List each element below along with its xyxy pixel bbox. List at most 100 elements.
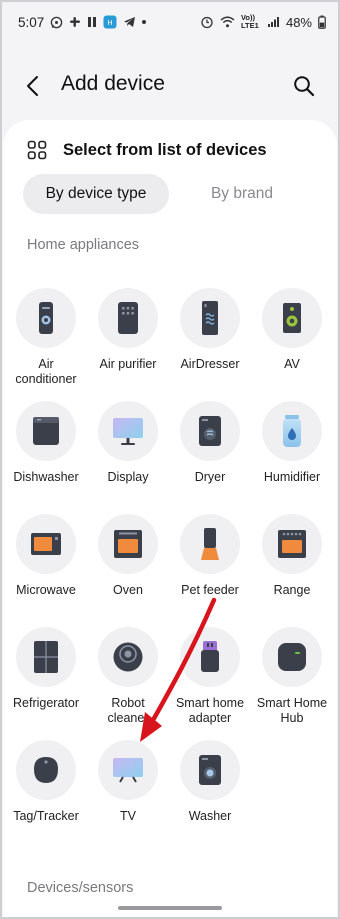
device-label: Display [107,470,149,484]
tab-by-brand[interactable]: By brand [169,174,315,214]
news-app-icon: H [103,15,117,29]
air-purifier-icon [118,302,138,334]
tab-by-device-type[interactable]: By device type [23,174,169,214]
device-icon-circle [180,401,240,461]
device-airdresser[interactable]: AirDresser [169,288,251,372]
pause-app-icon [87,16,97,28]
wifi-icon [220,16,235,28]
tag-tracker-icon [34,757,58,783]
device-humidifier[interactable]: Humidifier [251,401,333,485]
device-icon-circle [16,627,76,687]
device-label: Range [273,583,311,597]
device-refrigerator[interactable]: Refrigerator [5,627,87,711]
washer-icon [199,755,221,785]
device-label: Smart home adapter [175,696,245,725]
device-list-card: Select from list of devices By device ty… [3,120,337,919]
device-icon-circle [180,627,240,687]
smart-home-adapter-icon [201,641,219,672]
device-label: Pet feeder [181,583,239,597]
device-label: Refrigerator [13,696,79,710]
search-icon [294,76,315,97]
whatsapp-icon [50,16,63,29]
svg-text:H: H [108,19,113,27]
device-label: AirDresser [180,357,240,371]
device-icon-circle [98,288,158,348]
device-washer[interactable]: Washer [169,740,251,824]
robot-cleaner-icon [113,642,143,672]
battery-icon [318,15,326,29]
device-air-purifier[interactable]: Air purifier [87,288,169,372]
device-label: Robot cleaner [107,696,149,725]
device-label: Air conditioner [15,357,77,386]
device-label: Microwave [16,583,76,597]
device-oven[interactable]: Oven [87,514,169,598]
device-dishwasher[interactable]: Dishwasher [5,401,87,485]
av-speaker-icon [283,303,301,333]
device-label: Dishwasher [13,470,79,484]
browse-mode-toggle: By device type By brand [23,174,321,214]
device-icon-circle [16,514,76,574]
device-label: Humidifier [263,470,321,484]
device-label: TV [120,809,136,823]
back-arrow-icon [27,76,38,96]
device-display[interactable]: Display [87,401,169,485]
grid-icon [27,140,47,160]
telegram-icon [123,16,136,28]
status-bar: 5:07 H Vo)) LTE1 48% [0,0,340,44]
alarm-icon [200,15,214,29]
back-button[interactable] [22,74,46,98]
device-icon-circle [262,288,322,348]
dryer-icon [199,416,221,446]
device-icon-circle [16,401,76,461]
more-notifications-dot-icon [142,20,147,24]
smart-home-hub-icon [278,643,306,671]
device-air-conditioner[interactable]: Air conditioner [5,288,87,387]
page-title: Add device [61,72,165,95]
device-label: Washer [188,809,232,823]
device-tv[interactable]: TV [87,740,169,824]
airdresser-icon [202,301,218,335]
device-icon-circle [262,514,322,574]
section-devices-sensors: Devices/sensors [27,880,134,896]
select-from-list-row[interactable]: Select from list of devices [27,140,267,160]
device-av[interactable]: AV [251,288,333,372]
device-range[interactable]: Range [251,514,333,598]
device-smart-home-adapter[interactable]: Smart home adapter [169,627,251,726]
device-label: Tag/Tracker [13,809,79,823]
humidifier-icon [283,415,301,447]
device-icon-circle [262,627,322,687]
device-robot-cleaner[interactable]: Robot cleaner [87,627,169,726]
gesture-nav-bar[interactable] [118,906,222,910]
oven-icon [114,530,142,558]
device-microwave[interactable]: Microwave [5,514,87,598]
tv-icon [113,758,143,783]
display-icon [113,418,143,445]
device-dryer[interactable]: Dryer [169,401,251,485]
device-icon-circle [180,740,240,800]
battery-percent: 48% [285,14,312,30]
dishwasher-icon [33,417,59,445]
network-label: Vo)) LTE1 [240,13,259,30]
device-icon-circle [98,627,158,687]
device-tag-tracker[interactable]: Tag/Tracker [5,740,87,824]
app-header: Add device [0,64,340,108]
refrigerator-icon [34,641,58,673]
slack-icon [69,16,81,28]
device-icon-circle [180,514,240,574]
device-smart-home-hub[interactable]: Smart Home Hub [251,627,333,726]
device-icon-circle [262,401,322,461]
range-icon [278,530,306,558]
select-from-list-label: Select from list of devices [63,140,267,159]
device-label: Dryer [194,470,226,484]
device-label: Smart Home Hub [256,696,328,725]
air-conditioner-icon [39,302,53,334]
device-icon-circle [16,740,76,800]
search-button[interactable] [292,74,316,98]
device-label: AV [284,357,300,371]
pet-feeder-icon [201,528,219,560]
device-pet-feeder[interactable]: Pet feeder [169,514,251,598]
device-icon-circle [98,740,158,800]
section-home-appliances: Home appliances [27,237,140,253]
status-time: 5:07 [18,14,45,30]
device-icon-circle [98,401,158,461]
